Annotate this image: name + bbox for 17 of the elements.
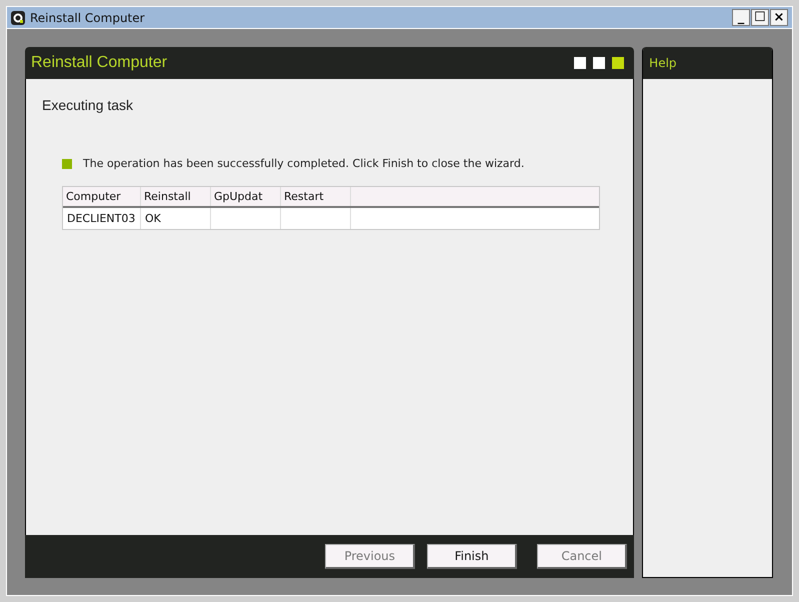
table-cell: OK bbox=[141, 208, 211, 229]
column-header: Computer bbox=[63, 187, 141, 206]
window-title: Reinstall Computer bbox=[30, 10, 146, 24]
wizard-button[interactable]: Finish bbox=[427, 544, 518, 569]
table-cell: DECLIENT03 bbox=[63, 208, 141, 229]
step-heading: Executing task bbox=[42, 97, 134, 113]
window-control-button[interactable]: _ bbox=[732, 9, 750, 26]
column-header: Restart bbox=[281, 187, 351, 206]
column-header: GpUpdat bbox=[211, 187, 281, 206]
app-icon bbox=[11, 10, 25, 24]
status-message: The operation has been successfully completed. Click Finish to close the wizard. bbox=[83, 157, 524, 170]
wizard-title: Reinstall Computer bbox=[31, 54, 168, 72]
help-title: Help bbox=[649, 56, 677, 70]
window-control-button[interactable]: × bbox=[770, 9, 788, 26]
status-icon bbox=[62, 158, 72, 168]
window-control-button[interactable]: ☐ bbox=[751, 9, 769, 26]
column-header: Reinstall bbox=[141, 187, 211, 206]
